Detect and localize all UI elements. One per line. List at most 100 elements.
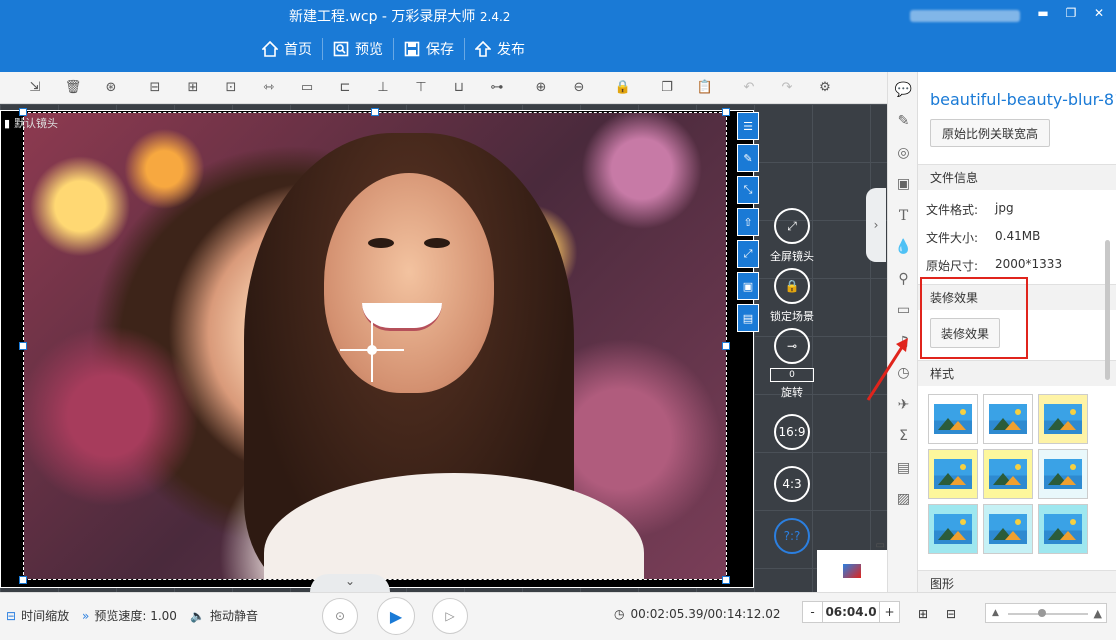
duration-stepper[interactable]: - 06:04.0 + (802, 601, 900, 623)
minimize-icon[interactable]: ▬ (1036, 6, 1050, 20)
menu-home[interactable]: 首页 (252, 38, 323, 60)
fit-icon[interactable]: ⊡ (218, 77, 244, 99)
pen-icon[interactable]: ✎ (888, 106, 919, 138)
layer-icon[interactable]: ☰ (737, 112, 759, 140)
duration-input[interactable]: 06:04.0 (823, 602, 879, 622)
shapes-icon[interactable]: ◎ (888, 137, 919, 169)
menu-save[interactable]: 保存 (394, 38, 465, 60)
align-center-icon[interactable]: ⊥ (370, 77, 396, 99)
distribute-icon[interactable]: ▭ (294, 77, 320, 99)
resize-handle-r[interactable] (722, 342, 730, 350)
copy-icon[interactable]: ❐ (654, 77, 680, 99)
align-middle-icon[interactable]: ⊞ (180, 77, 206, 99)
play-button[interactable]: ▶ (377, 597, 415, 635)
fullscreen-camera-control[interactable]: ⤢ 全屏镜头 (768, 208, 816, 264)
style-option[interactable] (983, 394, 1033, 444)
resize-handle-tl[interactable] (19, 108, 27, 116)
rotate-control[interactable]: ⊸ 0 旋转 (768, 328, 816, 400)
file-format-row: 文件格式: jpg (926, 201, 1014, 218)
resize-handle-l[interactable] (19, 342, 27, 350)
aspect-ratio-button[interactable]: 原始比例关联宽高 (930, 119, 1050, 147)
align-bottom-icon[interactable]: ⊔ (446, 77, 472, 99)
rotate-label: 旋转 (781, 386, 803, 399)
text-icon[interactable]: T (888, 200, 919, 232)
ratio-4-3-button[interactable]: 4:3 (768, 466, 816, 502)
duration-plus-button[interactable]: + (879, 602, 899, 622)
scene-thumbnail[interactable]: ▭ (817, 540, 887, 592)
user-info-blurred (910, 10, 1020, 22)
style-option[interactable] (1038, 394, 1088, 444)
fit-timeline-icon[interactable]: ⊞ (918, 607, 928, 621)
align-center-h-icon[interactable]: ⊟ (142, 77, 168, 99)
rotate-value-input[interactable]: 0 (770, 368, 814, 382)
zoom-thumb[interactable] (1038, 609, 1046, 617)
rotate-dial-icon[interactable]: ⊸ (774, 328, 810, 364)
time-zoom-control[interactable]: ⊟ 时间缩放 (6, 607, 69, 624)
brush-icon[interactable]: ✎ (737, 144, 759, 172)
style-option[interactable] (1038, 449, 1088, 499)
style-option[interactable] (928, 504, 978, 554)
undo-icon[interactable]: ↶ (736, 77, 762, 99)
mute-icon: 🔈 (190, 608, 205, 623)
drag-mute-control[interactable]: 🔈 拖动静音 (190, 607, 258, 624)
speed-icon: » (82, 608, 90, 623)
import-icon[interactable]: ⇲ (22, 77, 48, 99)
resize-handle-t[interactable] (371, 108, 379, 116)
settings-icon[interactable]: ⚙ (812, 77, 838, 99)
expand-timeline-icon[interactable]: ⊟ (946, 607, 956, 621)
move-up-icon[interactable]: ⇧ (737, 208, 759, 236)
ratio-16-9-button[interactable]: 16:9 (768, 414, 816, 450)
drop-icon[interactable]: 💧 (888, 232, 919, 264)
crop-icon[interactable]: ⤡ (737, 176, 759, 204)
picture-icon[interactable]: ▨ (888, 484, 919, 516)
expand-panel-icon[interactable]: › (866, 188, 886, 262)
expand-icon[interactable]: ⤢ (737, 240, 759, 268)
panel-scrollbar[interactable] (1105, 240, 1110, 380)
folder-icon[interactable]: ▭ (888, 295, 919, 327)
prev-frame-button[interactable]: ⊙ (322, 598, 358, 634)
paste-icon[interactable]: 📋 (692, 77, 718, 99)
style-option[interactable] (928, 394, 978, 444)
collapse-timeline-icon[interactable]: ⌄ (310, 574, 390, 592)
clock-time-icon: ◷ (614, 607, 625, 621)
close-icon[interactable]: ✕ (1092, 6, 1106, 20)
menu-preview[interactable]: 预览 (323, 38, 394, 60)
thumbnail-restore-icon[interactable]: ▭ (876, 540, 885, 551)
center-crosshair[interactable] (340, 318, 404, 382)
distribute-v-icon[interactable]: ⊶ (484, 77, 510, 99)
restore-icon[interactable]: ❐ (1064, 6, 1078, 20)
redo-icon[interactable]: ↷ (774, 77, 800, 99)
lock-icon[interactable]: 🔒 (610, 77, 636, 99)
lock-scene-control[interactable]: 🔒 锁定场景 (768, 268, 816, 324)
canvas-stage: ▮ 默认镜头 ☰ ✎ ⤡ ⇧ ⤢ ▣ ▤ ⤢ 全屏镜头 🔒 锁定场景 ⊸ 0 旋… (0, 104, 887, 592)
home-icon (262, 41, 278, 57)
resize-handle-tr[interactable] (722, 108, 730, 116)
style-option[interactable] (1038, 504, 1088, 554)
menu-publish[interactable]: 发布 (465, 38, 535, 60)
zoom-in-icon[interactable]: ⊕ (528, 77, 554, 99)
character-icon[interactable]: ⚲ (888, 263, 919, 295)
lock-scene-label: 锁定场景 (770, 310, 814, 323)
delete-icon[interactable]: 🗑 (60, 77, 86, 99)
align-left-icon[interactable]: ⊏ (332, 77, 358, 99)
width-icon[interactable]: ⇿ (256, 77, 282, 99)
duration-minus-button[interactable]: - (803, 602, 823, 622)
document-icon[interactable]: ▤ (888, 452, 919, 484)
speech-bubble-icon[interactable]: 💬 (888, 74, 919, 106)
image-icon[interactable]: ▣ (888, 169, 919, 201)
align-top-icon[interactable]: ⊤ (408, 77, 434, 99)
style-option[interactable] (983, 449, 1033, 499)
style-option[interactable] (983, 504, 1033, 554)
layer-order-icon[interactable]: ▣ (737, 272, 759, 300)
next-frame-button[interactable]: ▷ (432, 598, 468, 634)
zoom-out-icon[interactable]: ⊖ (566, 77, 592, 99)
style-option[interactable] (928, 449, 978, 499)
resize-handle-br[interactable] (722, 576, 730, 584)
sigma-icon[interactable]: Σ (888, 421, 919, 453)
preview-speed-control[interactable]: » 预览速度: 1.00 (82, 607, 177, 624)
bring-front-icon[interactable]: ▤ (737, 304, 759, 332)
ratio-custom-button[interactable]: ?:? (768, 518, 816, 554)
resize-handle-bl[interactable] (19, 576, 27, 584)
timeline-zoom-slider[interactable]: ▲ ▲ (985, 603, 1107, 623)
select-icon[interactable]: ⊛ (98, 77, 124, 99)
